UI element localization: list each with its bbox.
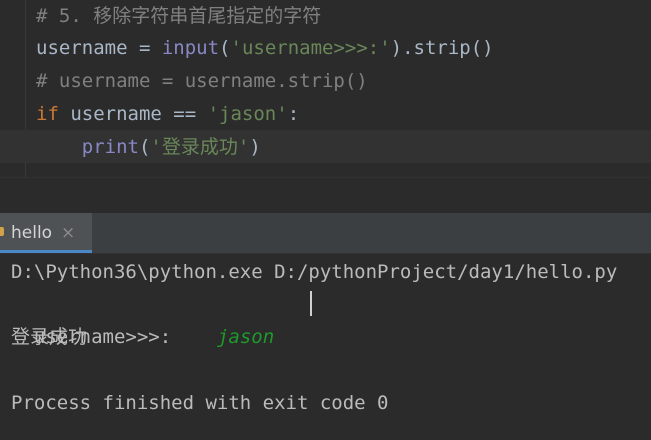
text-caret (310, 291, 312, 316)
code-line-4[interactable]: if username == 'jason': (36, 99, 299, 129)
code-token: 'username>>>:' (230, 37, 391, 59)
code-token: username == (70, 103, 208, 125)
code-token: : (287, 103, 300, 125)
code-token: # username = username.strip() (36, 70, 368, 92)
code-token: username = (36, 37, 162, 59)
console-command-line: D:\Python36\python.exe D:/pythonProject/… (11, 261, 618, 283)
code-token: ).strip() (390, 37, 494, 59)
console-output-line: 登录成功 (11, 326, 88, 348)
code-token: print (81, 136, 139, 158)
code-token: ( (219, 37, 231, 59)
panel-separator (0, 177, 651, 214)
code-line-1[interactable]: # 5. 移除字符串首尾指定的字符 (36, 1, 321, 31)
code-token: 'jason' (207, 103, 288, 125)
python-file-icon (0, 227, 4, 236)
code-line-2[interactable]: username = input('username>>>:').strip() (36, 33, 494, 63)
run-tab-label: hello (11, 223, 53, 243)
run-tab-bar: hello × (0, 213, 651, 254)
code-editor[interactable]: # 5. 移除字符串首尾指定的字符 username = input('user… (0, 0, 651, 177)
run-tab-hello[interactable]: hello × (0, 213, 92, 253)
code-line-3[interactable]: # username = username.strip() (36, 66, 368, 96)
close-icon[interactable]: × (61, 213, 75, 253)
active-tab-indicator (0, 250, 92, 253)
code-line-5[interactable]: print('登录成功') (36, 132, 261, 162)
console-user-input: jason (216, 326, 275, 348)
code-token: ) (249, 136, 261, 158)
code-token: if (36, 103, 71, 125)
code-token: '登录成功' (150, 136, 250, 158)
code-token: # 5. 移除字符串首尾指定的字符 (36, 5, 322, 27)
code-token: input (161, 37, 220, 59)
console-exit-line: Process finished with exit code 0 (11, 392, 389, 414)
console-prompt-line[interactable]: username>>>: jason (11, 288, 274, 348)
code-token: ( (138, 136, 151, 158)
